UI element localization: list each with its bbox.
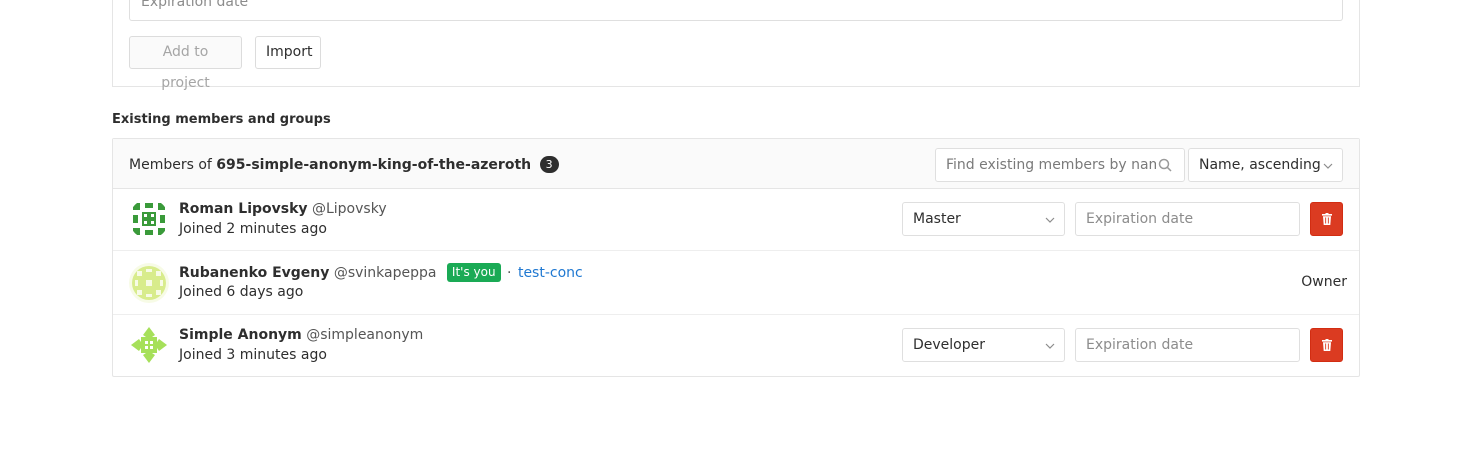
member-row: Roman Lipovsky @Lipovsky Joined 2 minute… [113,189,1359,251]
avatar [129,325,169,365]
avatar [129,199,169,239]
role-value: Developer [913,337,986,353]
expiration-date-input[interactable] [1075,328,1300,362]
member-row: Simple Anonym @simpleanonym Joined 3 min… [113,315,1359,377]
add-to-project-button[interactable]: Add to project [129,36,242,91]
remove-member-button[interactable] [1310,202,1343,236]
its-you-badge: It's you [446,263,501,282]
project-name: 695-simple-anonym-king-of-the-azeroth [216,157,532,173]
trash-icon [1322,213,1332,225]
member-name[interactable]: Rubanenko Evgeny [179,265,329,281]
separator: · [507,265,512,281]
sort-dropdown[interactable]: Name, ascending [1188,148,1343,182]
members-of-title: Members of 695-simple-anonym-king-of-the… [129,156,559,173]
chevron-down-icon [1045,217,1055,223]
member-username: @simpleanonym [306,327,424,343]
role-dropdown[interactable]: Master [902,202,1065,236]
import-button[interactable]: Import [255,36,321,69]
member-search-input[interactable] [946,149,1156,181]
members-of-prefix: Members of [129,157,212,173]
member-search-box [935,148,1185,182]
add-member-panel: Expiration date Add to project Import [112,0,1360,91]
role-value: Master [913,211,961,227]
member-username: @svinkapeppa [333,265,437,281]
members-header: Members of 695-simple-anonym-king-of-the… [113,139,1359,189]
member-joined: Joined 3 minutes ago [179,347,327,363]
member-row: Rubanenko Evgeny @svinkapeppa It's you ·… [113,251,1359,315]
member-name[interactable]: Roman Lipovsky [179,201,308,217]
member-name-line: Simple Anonym @simpleanonym [179,327,423,343]
expiration-date-field[interactable]: Expiration date [129,0,1343,21]
avatar [129,263,169,303]
member-name-line: Roman Lipovsky @Lipovsky [179,201,387,217]
role-dropdown[interactable]: Developer [902,328,1065,362]
trash-icon [1322,339,1332,351]
member-name[interactable]: Simple Anonym [179,327,302,343]
expiration-date-placeholder: Expiration date [141,0,249,10]
section-title: Existing members and groups [112,112,331,127]
member-username: @Lipovsky [311,201,387,217]
chevron-down-icon [1323,163,1333,169]
members-count-badge: 3 [539,156,559,173]
member-name-line: Rubanenko Evgeny @svinkapeppa It's you ·… [179,263,583,282]
member-joined: Joined 6 days ago [179,284,304,300]
members-panel: Members of 695-simple-anonym-king-of-the… [112,138,1360,377]
sort-value: Name, ascending [1199,157,1321,173]
member-joined: Joined 2 minutes ago [179,221,327,237]
expiration-date-input[interactable] [1075,202,1300,236]
remove-member-button[interactable] [1310,328,1343,362]
role-label: Owner [1301,274,1347,290]
chevron-down-icon [1045,343,1055,349]
search-icon[interactable] [1158,158,1172,172]
group-link[interactable]: test-conc [518,265,583,281]
